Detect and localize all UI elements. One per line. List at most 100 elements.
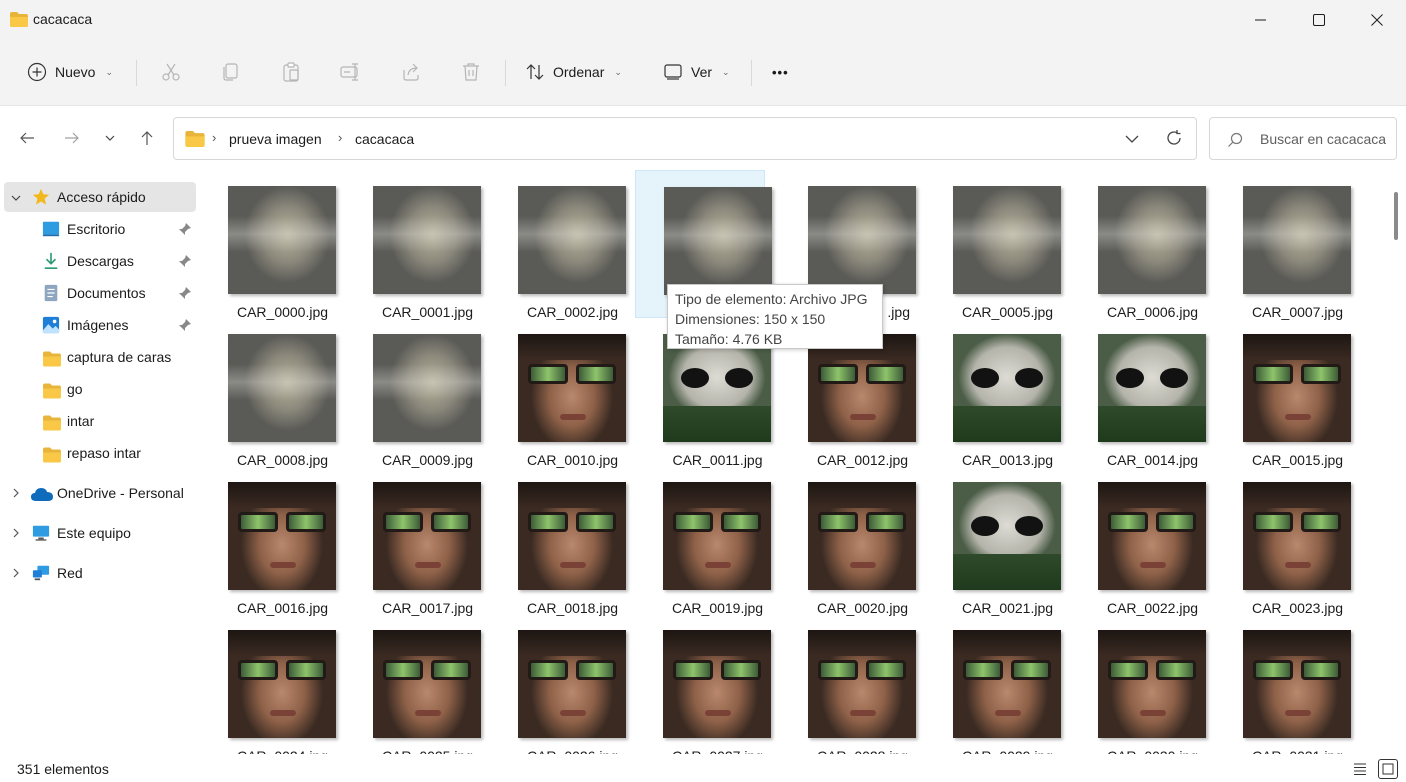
copy-button[interactable] xyxy=(217,58,245,86)
sidebar-item-folder[interactable]: repaso intar xyxy=(0,438,199,468)
file-item[interactable]: CAR_0017.jpg xyxy=(345,466,481,616)
file-item[interactable]: CAR_0022.jpg xyxy=(1070,466,1206,616)
file-thumbnail xyxy=(808,482,916,590)
sidebar-item-network[interactable]: Red xyxy=(0,558,199,588)
file-item[interactable]: CAR_0014.jpg xyxy=(1070,318,1206,468)
mouth xyxy=(850,414,876,420)
rename-button[interactable] xyxy=(337,58,365,86)
divider xyxy=(751,60,752,86)
search-input[interactable]: Buscar en cacacaca xyxy=(1209,117,1397,160)
breadcrumb-item[interactable]: prueva imagen xyxy=(229,131,322,147)
sidebar-item-label: Acceso rápido xyxy=(57,189,146,205)
file-item[interactable]: CAR_0015.jpg xyxy=(1215,318,1351,468)
chevron-right-icon[interactable] xyxy=(11,488,21,498)
search-icon xyxy=(1228,132,1243,147)
file-item[interactable]: CAR_0026.jpg xyxy=(490,614,626,754)
up-button[interactable] xyxy=(135,126,159,150)
pictures-icon xyxy=(42,316,60,334)
new-button[interactable]: Nuevo ⌄ xyxy=(27,54,113,90)
large-icons-view-button[interactable] xyxy=(1378,759,1398,779)
file-item[interactable]: CAR_0008.jpg xyxy=(200,318,336,468)
file-thumbnail xyxy=(953,482,1061,590)
file-item[interactable]: CAR_0019.jpg xyxy=(635,466,771,616)
file-item[interactable]: CAR_0031.jpg xyxy=(1215,614,1351,754)
maximize-button[interactable] xyxy=(1290,0,1348,40)
sidebar-item-desktop[interactable]: Escritorio xyxy=(0,214,199,244)
folder-icon xyxy=(43,383,61,399)
close-icon xyxy=(1371,14,1383,26)
breadcrumb-item[interactable]: cacacaca xyxy=(355,131,414,147)
mouth xyxy=(560,414,586,420)
more-options-button[interactable]: ••• xyxy=(772,54,789,90)
file-item[interactable]: CAR_0001.jpg xyxy=(345,170,481,320)
paste-button[interactable] xyxy=(277,58,305,86)
close-button[interactable] xyxy=(1348,0,1406,40)
file-item[interactable]: CAR_0006.jpg xyxy=(1070,170,1206,320)
sidebar-item-onedrive[interactable]: OneDrive - Personal xyxy=(0,478,199,508)
file-item[interactable]: CAR_0030.jpg xyxy=(1070,614,1206,754)
glasses-lens xyxy=(383,512,423,532)
sidebar-item-documents[interactable]: Documentos xyxy=(0,278,199,308)
file-item[interactable]: CAR_0025.jpg xyxy=(345,614,481,754)
file-item[interactable]: CAR_0002.jpg xyxy=(490,170,626,320)
sidebar-item-folder[interactable]: go xyxy=(0,374,199,404)
sidebar-item-downloads[interactable]: Descargas xyxy=(0,246,199,276)
chevron-down-icon: ⌄ xyxy=(722,66,730,77)
file-item[interactable]: CAR_0018.jpg xyxy=(490,466,626,616)
sidebar-item-folder[interactable]: intar xyxy=(0,406,199,436)
folder-icon xyxy=(43,351,61,367)
forward-button[interactable] xyxy=(60,126,84,150)
sort-button[interactable]: Ordenar ⌄ xyxy=(525,54,622,90)
chevron-down-icon[interactable] xyxy=(11,193,21,203)
file-item[interactable]: CAR_0024.jpg xyxy=(200,614,336,754)
chevron-down-icon[interactable] xyxy=(1125,133,1139,145)
scrollbar-thumb[interactable] xyxy=(1394,192,1398,240)
file-item[interactable]: CAR_0021.jpg xyxy=(925,466,1061,616)
view-button[interactable]: Ver ⌄ xyxy=(663,54,730,90)
file-thumbnail xyxy=(1098,186,1206,294)
file-item[interactable]: CAR_0009.jpg xyxy=(345,318,481,468)
glasses-lens xyxy=(1253,364,1293,384)
vertical-scrollbar[interactable] xyxy=(1387,170,1406,754)
file-item[interactable]: CAR_0029.jpg xyxy=(925,614,1061,754)
file-item[interactable]: CAR_0027.jpg xyxy=(635,614,771,754)
minimize-button[interactable] xyxy=(1232,0,1290,40)
delete-button[interactable] xyxy=(457,58,485,86)
glasses-lens xyxy=(1156,512,1196,532)
sidebar-item-this-pc[interactable]: Este equipo xyxy=(0,518,199,548)
back-button[interactable] xyxy=(15,126,39,150)
chevron-down-icon: ⌄ xyxy=(614,66,622,77)
recent-locations-button[interactable] xyxy=(98,126,122,150)
file-thumbnail xyxy=(663,482,771,590)
copy-icon xyxy=(223,63,238,81)
file-item[interactable]: CAR_0028.jpg xyxy=(780,614,916,754)
file-item[interactable]: CAR_0005.jpg xyxy=(925,170,1061,320)
file-thumbnail xyxy=(808,186,916,294)
file-item[interactable]: CAR_0000.jpg xyxy=(200,170,336,320)
more-icon: ••• xyxy=(772,64,789,80)
chevron-right-icon[interactable] xyxy=(11,568,21,578)
cut-button[interactable] xyxy=(157,58,185,86)
plus-circle-icon xyxy=(27,62,47,82)
address-bar[interactable]: › prueva imagen › cacacaca xyxy=(173,117,1197,160)
file-item[interactable]: CAR_0023.jpg xyxy=(1215,466,1351,616)
mouth xyxy=(560,710,586,716)
file-item[interactable]: CAR_0013.jpg xyxy=(925,318,1061,468)
mouth xyxy=(850,710,876,716)
file-item[interactable]: CAR_0020.jpg xyxy=(780,466,916,616)
details-view-button[interactable] xyxy=(1350,759,1370,779)
file-item[interactable]: CAR_0010.jpg xyxy=(490,318,626,468)
file-thumbnail xyxy=(373,482,481,590)
chevron-right-icon[interactable] xyxy=(11,528,21,538)
share-button[interactable] xyxy=(397,58,425,86)
refresh-icon[interactable] xyxy=(1165,129,1183,147)
file-item[interactable]: CAR_0007.jpg xyxy=(1215,170,1351,320)
sidebar-item-folder[interactable]: captura de caras xyxy=(0,342,199,372)
sidebar-item-quick-access[interactable]: Acceso rápido xyxy=(4,182,196,212)
panda-eye xyxy=(725,368,753,388)
arrow-right-icon xyxy=(65,132,79,144)
list-view-icon xyxy=(1354,763,1366,775)
file-item[interactable]: CAR_0016.jpg xyxy=(200,466,336,616)
cut-icon xyxy=(162,63,180,81)
sidebar-item-pictures[interactable]: Imágenes xyxy=(0,310,199,340)
